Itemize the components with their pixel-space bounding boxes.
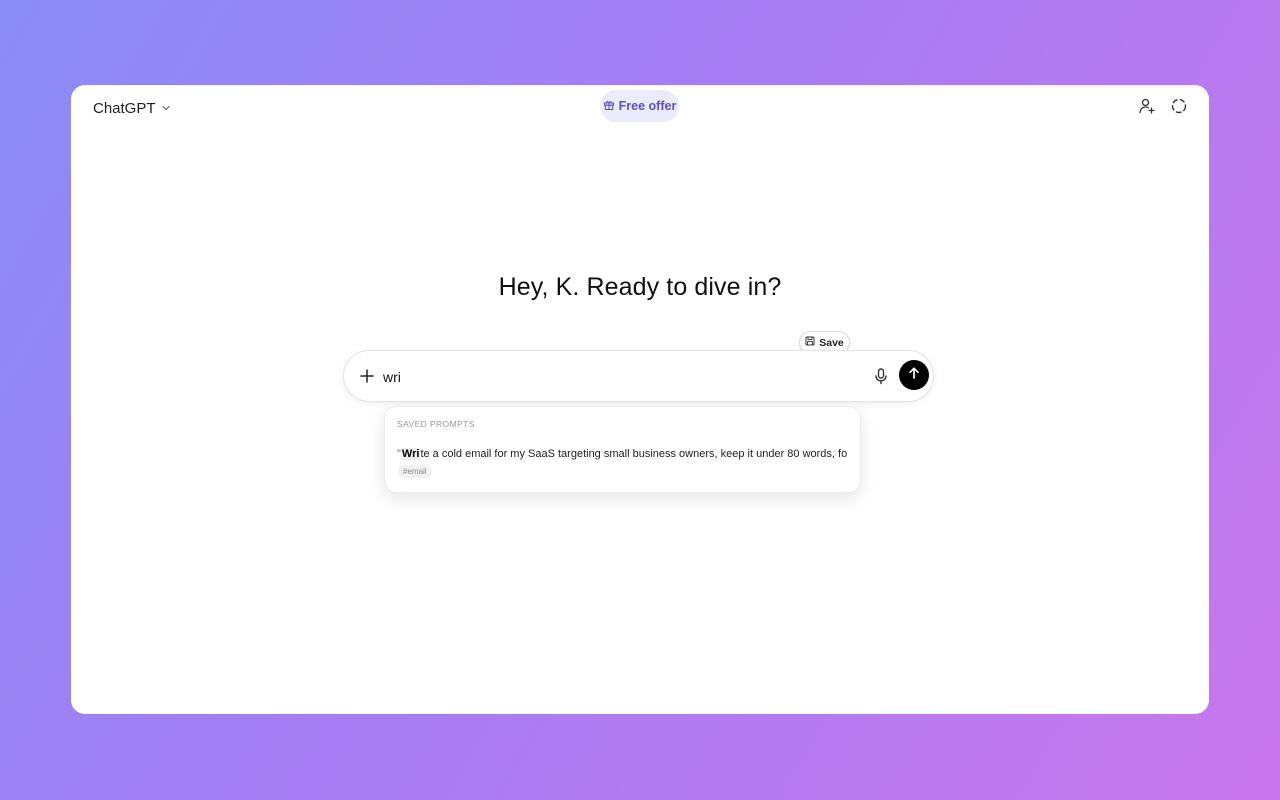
saved-prompt-rest: te a cold email for my SaaS targeting sm…: [420, 448, 847, 460]
gift-icon: [603, 99, 615, 114]
microphone-icon[interactable]: [871, 366, 891, 386]
chevron-down-icon: [161, 103, 171, 113]
model-name: ChatGPT: [93, 99, 156, 117]
greeting-heading: Hey, K. Ready to dive in?: [498, 273, 782, 301]
save-icon: [805, 336, 815, 349]
prompt-composer: [343, 350, 934, 402]
saved-prompts-dropdown: SAVED PROMPTS "Write a cold email for my…: [384, 406, 861, 493]
arrow-up-icon: [907, 366, 921, 385]
saved-prompt-item[interactable]: "Write a cold email for my SaaS targetin…: [385, 441, 860, 483]
model-picker[interactable]: ChatGPT: [93, 97, 171, 119]
plus-icon[interactable]: [357, 366, 377, 386]
free-offer-label: Free offer: [618, 99, 677, 113]
saved-prompt-text: "Write a cold email for my SaaS targetin…: [397, 448, 847, 460]
saved-prompt-tag: #email: [398, 465, 432, 478]
chat-window: ChatGPT Free offer Hey, K. Ready to dive…: [71, 85, 1209, 714]
temporary-chat-icon[interactable]: [1170, 97, 1188, 115]
send-button[interactable]: [899, 360, 929, 390]
save-label: Save: [819, 336, 844, 349]
add-person-icon[interactable]: [1138, 97, 1156, 115]
prompt-input[interactable]: [383, 366, 853, 388]
match-highlight: Wri: [400, 448, 421, 460]
free-offer-button[interactable]: Free offer: [600, 90, 679, 122]
saved-prompts-title: SAVED PROMPTS: [397, 419, 475, 429]
